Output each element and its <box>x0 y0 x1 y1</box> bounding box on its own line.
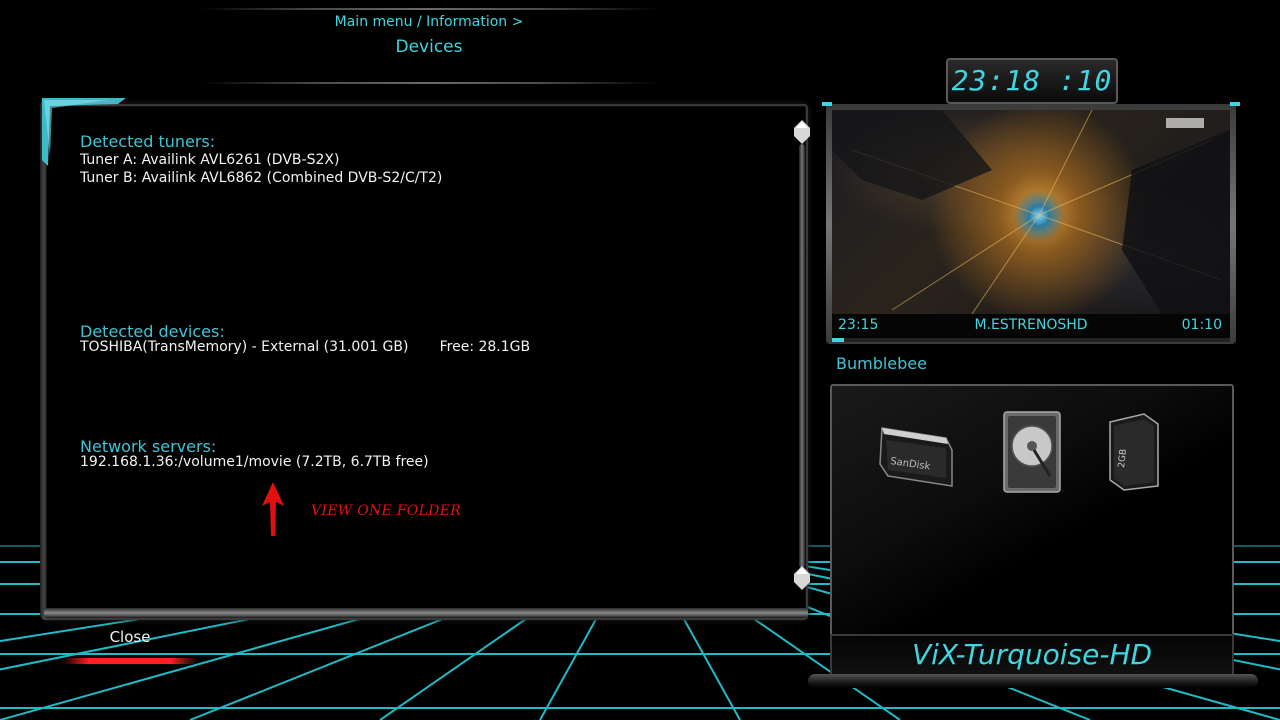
scroll-down-knob-icon[interactable] <box>794 566 810 590</box>
sd-card-label: 2GB <box>1117 448 1129 468</box>
scrollbar[interactable] <box>794 120 810 590</box>
annotation-text: VIEW ONE FOLDER <box>311 503 462 519</box>
scroll-track[interactable] <box>799 144 805 568</box>
page-title: Devices <box>395 37 463 57</box>
close-button[interactable]: Close <box>80 628 180 650</box>
breadcrumb: Main menu / Information > <box>334 14 524 30</box>
device-line: TOSHIBA(TransMemory) - External (31.001 … <box>80 339 531 355</box>
close-button-red-indicator <box>62 658 198 664</box>
sd-card-icon: 2GB <box>1109 413 1159 491</box>
header-bottom-line <box>200 82 658 84</box>
clock: 23:18 :10 <box>946 58 1118 104</box>
preview-info-bar: 23:15 M.ESTRENOSHD 01:10 <box>832 314 1230 338</box>
header-top-line <box>200 8 658 10</box>
tuners-heading: Detected tuners: <box>80 132 216 151</box>
tv-preview-video <box>832 110 1230 314</box>
hard-disk-icon <box>1003 411 1061 493</box>
device-icons-panel: SanDisk 2GB <box>830 384 1234 638</box>
program-progress-bar <box>832 338 1230 342</box>
panel-frame-bottom <box>44 608 808 618</box>
program-progress-fill <box>832 338 844 342</box>
scroll-up-knob-icon[interactable] <box>794 120 810 144</box>
program-title: Bumblebee <box>836 354 927 373</box>
network-server-line: 192.168.1.36:/volume1/movie (7.2TB, 6.7T… <box>80 454 429 470</box>
tuner-a-line: Tuner A: Availink AVL6261 (DVB-S2X) <box>80 152 340 168</box>
channel-name: M.ESTRENOSHD <box>974 317 1088 333</box>
skin-name-underline <box>808 674 1258 688</box>
program-end-time: 01:10 <box>1181 317 1222 333</box>
skin-name-logo: ViX-Turquoise-HD <box>830 634 1234 678</box>
red-arrow-icon <box>262 482 284 536</box>
ssd-icon: SanDisk <box>879 427 953 487</box>
tuner-b-line: Tuner B: Availink AVL6862 (Combined DVB-… <box>80 170 443 186</box>
